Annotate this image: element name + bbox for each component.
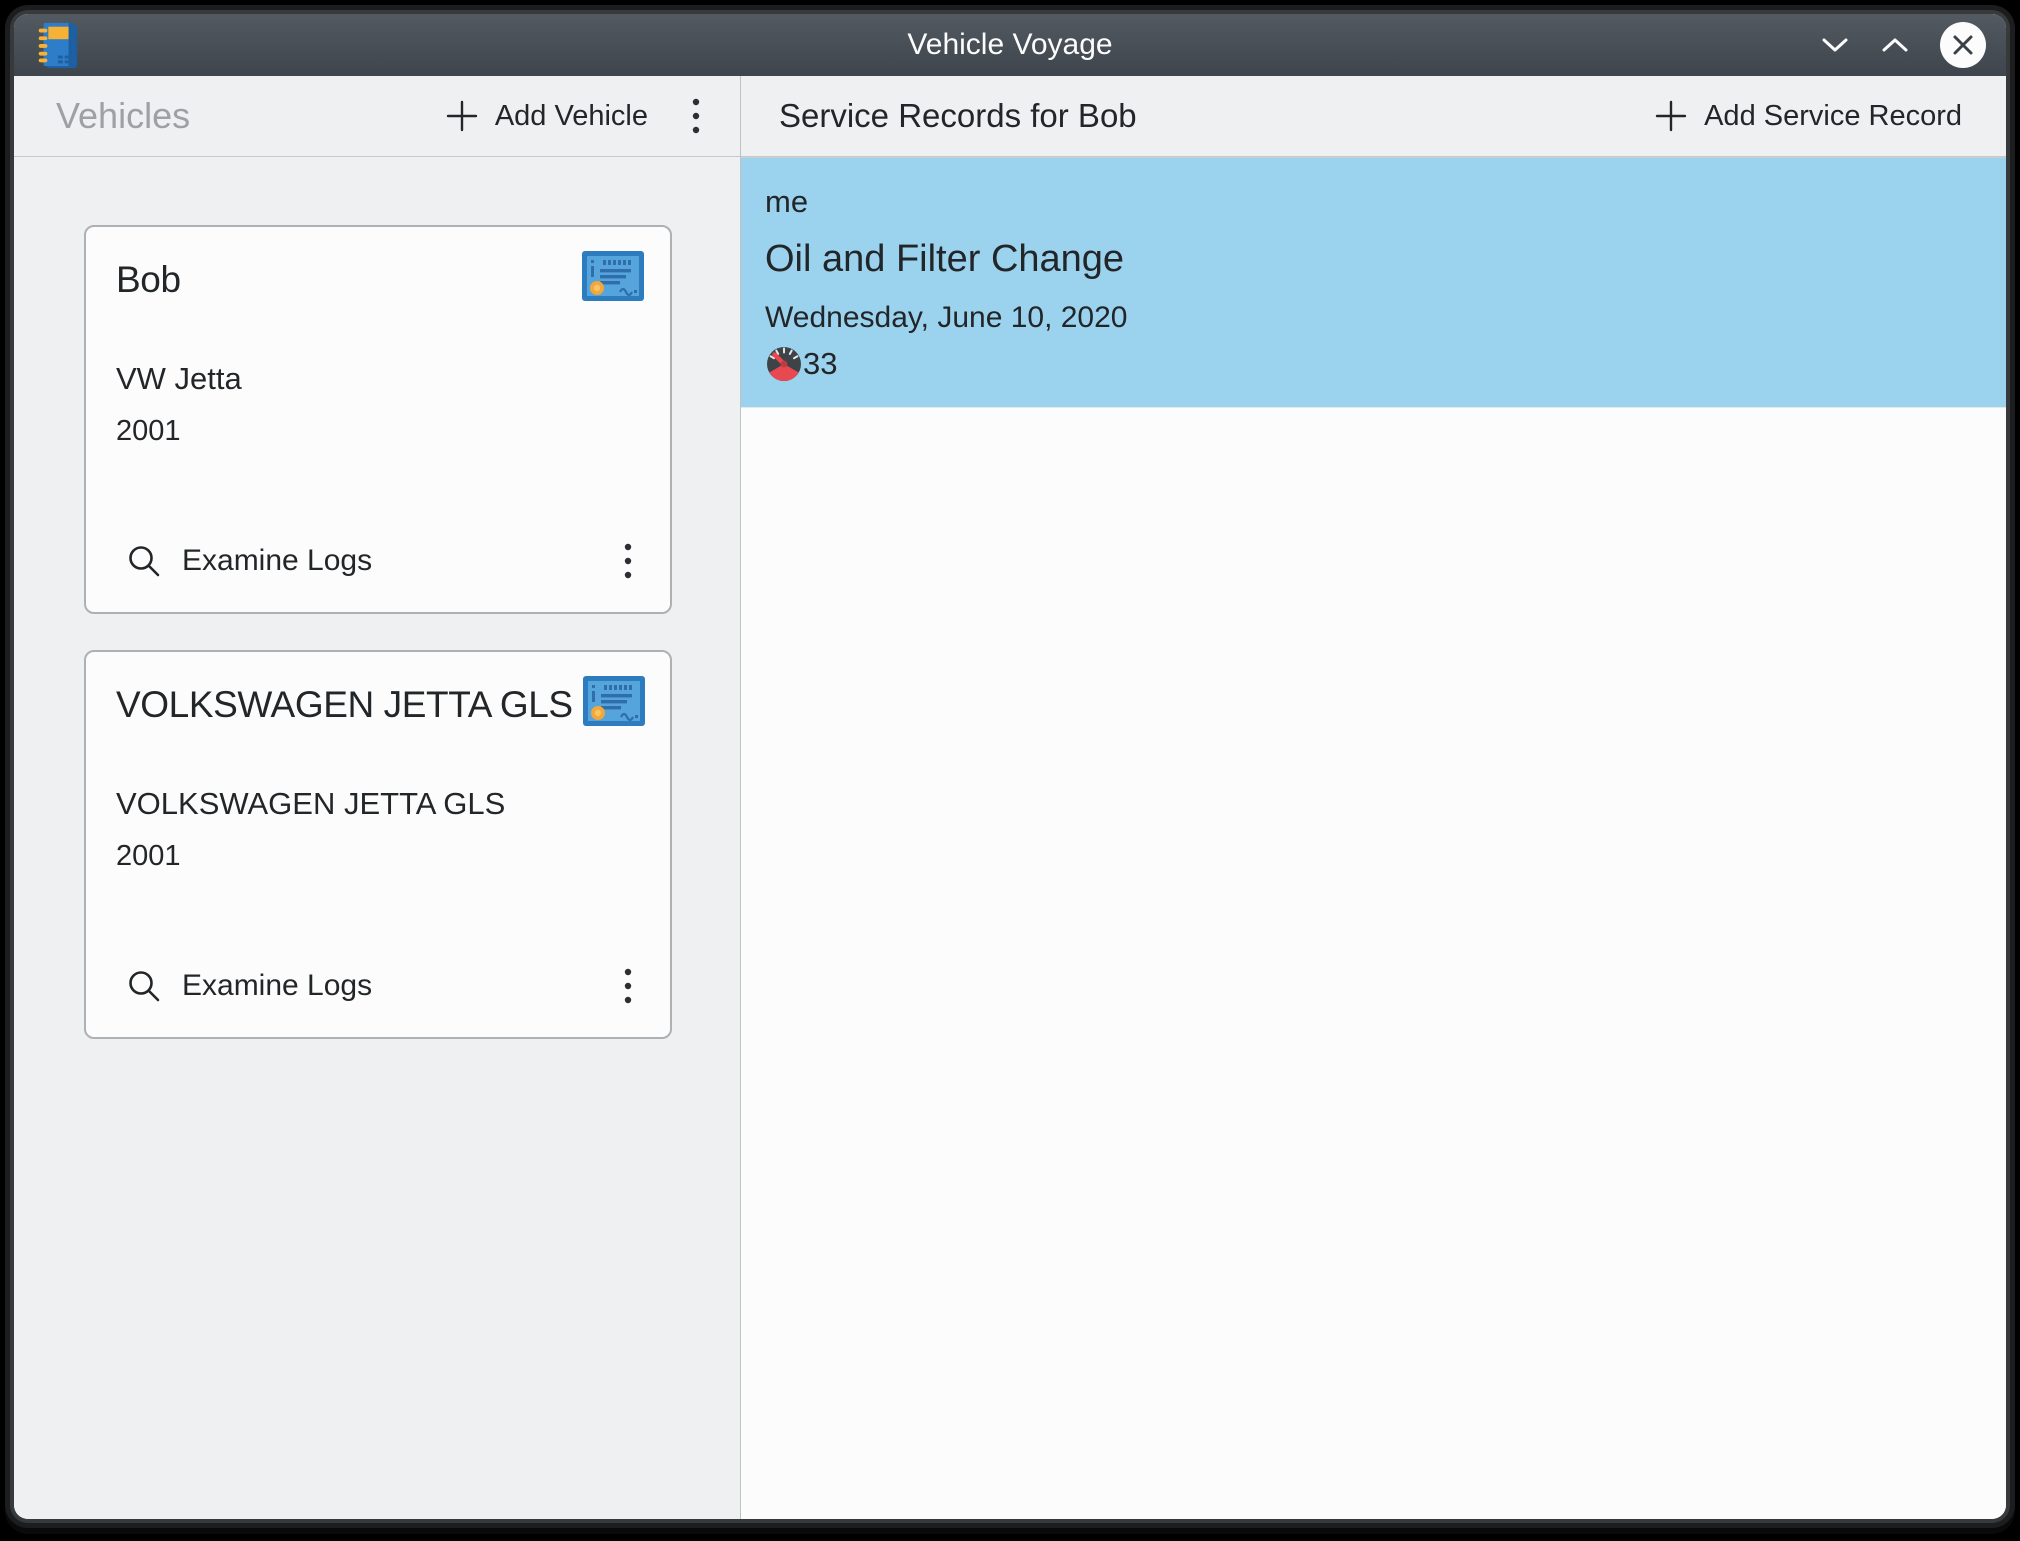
add-vehicle-button[interactable]: Add Vehicle (441, 93, 652, 139)
kebab-icon (624, 542, 632, 580)
record-service-name: Oil and Filter Change (765, 238, 1982, 281)
examine-logs-label: Examine Logs (182, 969, 372, 1003)
card-actions-row: Examine Logs (116, 534, 644, 588)
app-notebook-icon (34, 19, 80, 71)
app-window: Vehicle Voyage Vehicles (14, 14, 2006, 1519)
plus-icon (1654, 99, 1688, 133)
kebab-icon (624, 967, 632, 1005)
add-service-record-button[interactable]: Add Service Record (1650, 93, 1966, 139)
service-record-selected[interactable]: me Oil and Filter Change Wednesday, June… (741, 157, 2006, 408)
certificate-icon (583, 676, 645, 726)
chevron-up-icon (1880, 35, 1910, 55)
vehicle-model: VW Jetta (116, 361, 644, 397)
close-button[interactable] (1940, 22, 1986, 68)
add-service-record-label: Add Service Record (1704, 100, 1962, 133)
titlebar[interactable]: Vehicle Voyage (14, 14, 2006, 76)
vehicle-model: VOLKSWAGEN JETTA GLS (116, 786, 644, 822)
card-actions-row: Examine Logs (116, 959, 644, 1013)
examine-logs-button[interactable]: Examine Logs (116, 539, 376, 583)
service-records-panel: Service Records for Bob Add Service Reco… (741, 76, 2006, 1519)
close-icon (1951, 33, 1975, 57)
vehicles-panel-title: Vehicles (56, 95, 190, 137)
window-controls (1820, 22, 1986, 68)
service-records-header: Service Records for Bob Add Service Reco… (741, 76, 2006, 157)
vehicles-menu-button[interactable] (682, 89, 710, 143)
magnifier-icon (126, 543, 162, 579)
vehicle-card-list: Bob (14, 157, 740, 1039)
record-odometer-row: 33 (765, 345, 1982, 383)
record-odometer-value: 33 (803, 346, 837, 382)
record-date: Wednesday, June 10, 2020 (765, 301, 1982, 335)
vehicle-card-volkswagen-jetta[interactable]: VOLKSWAGEN JETTA GLS (84, 650, 672, 1039)
main-content: Vehicles Add Vehicle (14, 76, 2006, 1519)
examine-logs-button[interactable]: Examine Logs (116, 964, 376, 1008)
examine-logs-label: Examine Logs (182, 544, 372, 578)
vehicle-card-bob[interactable]: Bob (84, 225, 672, 614)
certificate-icon (582, 251, 644, 301)
vehicle-card-menu-button[interactable] (614, 534, 642, 588)
maximize-button[interactable] (1880, 35, 1910, 55)
vehicles-panel: Vehicles Add Vehicle (14, 76, 741, 1519)
kebab-icon (692, 97, 700, 135)
window-title: Vehicle Voyage (907, 28, 1112, 62)
card-title-row: Bob (116, 251, 644, 301)
minimize-button[interactable] (1820, 35, 1850, 55)
record-agent: me (765, 184, 1982, 220)
vehicle-card-menu-button[interactable] (614, 959, 642, 1013)
vehicle-name: Bob (116, 251, 181, 301)
gauge-icon (765, 345, 803, 383)
vehicle-year: 2001 (116, 840, 644, 873)
magnifier-icon (126, 968, 162, 1004)
add-vehicle-label: Add Vehicle (495, 100, 648, 133)
chevron-down-icon (1820, 35, 1850, 55)
vehicles-header: Vehicles Add Vehicle (14, 76, 740, 157)
vehicle-name: VOLKSWAGEN JETTA GLS (116, 676, 573, 726)
card-title-row: VOLKSWAGEN JETTA GLS (116, 676, 644, 726)
plus-icon (445, 99, 479, 133)
service-records-title: Service Records for Bob (779, 97, 1137, 135)
vehicle-year: 2001 (116, 415, 644, 448)
